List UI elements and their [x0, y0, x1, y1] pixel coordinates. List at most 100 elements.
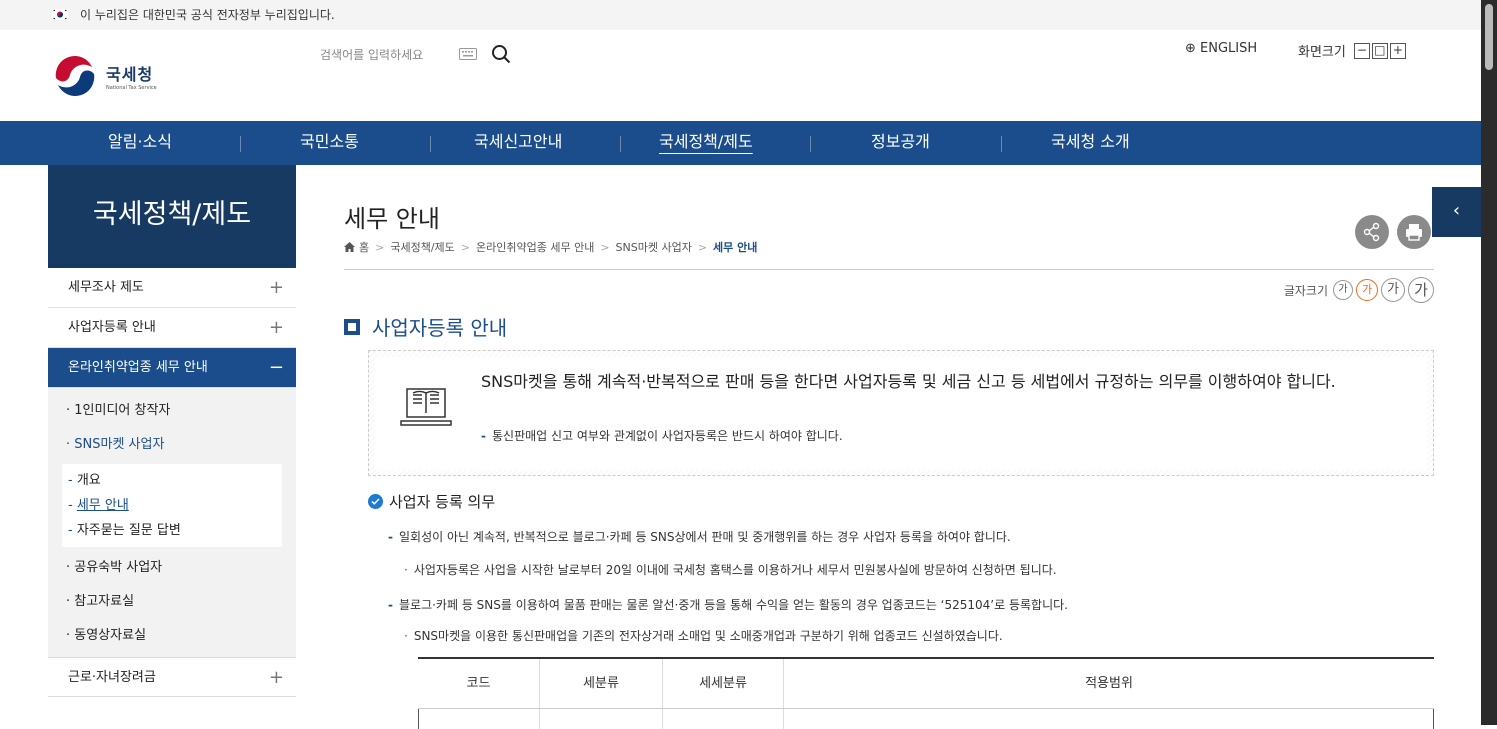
logo-subtitle: National Tax Service [106, 85, 157, 91]
font-size-default-button[interactable]: 가 [1356, 279, 1378, 301]
zoom-out-button[interactable]: − [1353, 42, 1370, 59]
font-size-xlarge-button[interactable]: 가 [1408, 277, 1434, 303]
zoom-in-button[interactable]: + [1389, 42, 1406, 59]
print-button[interactable] [1397, 215, 1431, 249]
screen-zoom: 화면크기 − □ + [1298, 41, 1406, 60]
sidebar-item-online-vulnerable[interactable]: 온라인취약업종 세무 안내 − [48, 348, 296, 388]
info-box: SNS마켓을 통해 계속적·반복적으로 판매 등을 한다면 사업자등록 및 세금… [368, 350, 1434, 476]
nav-divider [620, 136, 621, 152]
duty-heading: 사업자 등록 의무 [368, 491, 495, 512]
duty-heading-text: 사업자 등록 의무 [389, 493, 496, 511]
table-header-code: 코드 [418, 659, 540, 708]
info-note: - 통신판매업 신고 여부와 관계없이 사업자등록은 반드시 하여야 합니다. [481, 429, 843, 443]
nts-logo-icon [54, 55, 96, 97]
breadcrumb: 홈 > 국세정책/제도 > 온라인취약업종 세무 안내 > SNS마켓 사업자 > 세무… [344, 239, 757, 255]
submenu3-label[interactable]: 세무 안내 [77, 498, 129, 513]
submenu-item-sns-market[interactable]: · SNS마켓 사업자 [48, 428, 296, 462]
submenu3-label: 개요 [76, 473, 101, 488]
submenu3-overview[interactable]: - 개요 [62, 468, 282, 493]
sub-bullet-text: SNS마켓을 이용한 통신판매업을 기존의 전자상거래 소매업 및 소매중개업과… [413, 629, 1003, 643]
nav-about[interactable]: 국세청 소개 [1051, 121, 1130, 165]
title-divider [344, 269, 1434, 270]
sidebar-item-business-registration[interactable]: 사업자등록 안내 + [48, 308, 296, 348]
page-title: 세무 안내 [344, 205, 440, 233]
bullet-text: 블로그·카페 등 SNS를 이용하여 물품 판매는 물론 알선·중개 등을 통해… [398, 598, 1068, 612]
search-input[interactable]: 검색어를 입력하세요 [320, 46, 423, 63]
submenu-label: 1인미디어 창작자 [74, 403, 171, 418]
sidebar-item-tax-audit[interactable]: 세무조사 제도 + [48, 268, 296, 308]
zoom-reset-button[interactable]: □ [1371, 42, 1388, 59]
submenu3-faq[interactable]: - 자주묻는 질문 답변 [62, 518, 282, 543]
breadcrumb-current: 세무 안내 [713, 241, 758, 254]
font-size-large-button[interactable]: 가 [1381, 278, 1405, 302]
font-size-small-button[interactable]: 가 [1333, 280, 1353, 300]
nav-tax-policy[interactable]: 국세정책/제도 [659, 121, 753, 165]
nav-news[interactable]: 알림·소식 [108, 121, 172, 165]
bullet-text: 일회성이 아닌 계속적, 반복적으로 블로그·카페 등 SNS상에서 판매 및 … [398, 530, 1011, 544]
logo-title: 국세청 [106, 65, 154, 84]
main-nav: 알림·소식 국민소통 국세신고안내 국세정책/제도 정보공개 국세청 소개 [0, 121, 1481, 165]
check-circle-icon [368, 494, 383, 509]
share-button[interactable] [1355, 215, 1389, 249]
search-area[interactable]: 검색어를 입력하세요 [320, 44, 511, 64]
side-panel-toggle[interactable]: ‹ [1432, 187, 1481, 237]
submenu-item-references[interactable]: · 참고자료실 [48, 585, 296, 619]
breadcrumb-item[interactable]: SNS마켓 사업자 [616, 239, 692, 255]
nav-tax-filing[interactable]: 국세신고안내 [474, 121, 562, 165]
chevron-left-icon: ‹ [1452, 200, 1461, 221]
zoom-label: 화면크기 [1298, 45, 1346, 60]
breadcrumb-item[interactable]: 국세정책/제도 [390, 239, 454, 255]
korea-flag-icon [52, 9, 68, 20]
nav-divider [1001, 136, 1002, 152]
logo[interactable]: 국세청 National Tax Service [52, 53, 157, 99]
bullet-item: - 일회성이 아닌 계속적, 반복적으로 블로그·카페 등 SNS상에서 판매 및… [388, 530, 1011, 544]
sidebar-item-label: 근로·자녀장려금 [68, 670, 156, 685]
gov-notice-text: 이 누리집은 대한민국 공식 전자정부 누리집입니다. [80, 8, 335, 22]
table-row [418, 709, 1434, 729]
search-icon[interactable] [491, 44, 511, 64]
header: 국세청 National Tax Service 검색어를 입력하세요 ⊕ EN… [0, 30, 1481, 121]
industry-code-table: 코드 세분류 세세분류 적용범위 [418, 657, 1434, 729]
table-header-scope: 적용범위 [1085, 676, 1133, 691]
expand-icon[interactable]: + [269, 658, 284, 698]
expand-icon[interactable]: + [269, 268, 284, 308]
print-icon [1406, 224, 1422, 241]
book-laptop-icon [400, 388, 452, 426]
sidebar-item-label: 온라인취약업종 세무 안내 [68, 360, 208, 375]
sub-bullet-item: · 사업자등록은 사업을 시작한 날로부터 20일 이내에 국세청 홈택스를 이용… [404, 563, 1057, 577]
expand-icon[interactable]: + [269, 308, 284, 348]
submenu-level3: - 개요 - 세무 안내 - 자주묻는 질문 답변 [62, 464, 282, 547]
english-link[interactable]: ⊕ ENGLISH [1185, 41, 1257, 56]
sub-bullet-text: 사업자등록은 사업을 시작한 날로부터 20일 이내에 국세청 홈택스를 이용하… [413, 563, 1057, 577]
submenu-label: SNS마켓 사업자 [74, 437, 165, 452]
bullet-item: - 블로그·카페 등 SNS를 이용하여 물품 판매는 물론 알선·중개 등을 통… [388, 598, 1068, 612]
sub-bullet-item: · SNS마켓을 이용한 통신판매업을 기존의 전자상거래 소매업 및 소매중개업… [404, 629, 1003, 643]
nav-divider [240, 136, 241, 152]
gov-notice-bar: 이 누리집은 대한민국 공식 전자정부 누리집입니다. [0, 0, 1481, 30]
submenu-item-shared-lodging[interactable]: · 공유숙박 사업자 [48, 551, 296, 585]
breadcrumb-item[interactable]: 온라인취약업종 세무 안내 [476, 239, 594, 255]
share-icon [1363, 222, 1380, 242]
submenu-item-creator[interactable]: · 1인미디어 창작자 [48, 394, 296, 428]
submenu3-tax-guide[interactable]: - 세무 안내 [62, 493, 282, 518]
collapse-icon[interactable]: − [269, 348, 284, 388]
table-header-row: 코드 세분류 세세분류 적용범위 [418, 659, 1434, 709]
nav-disclosure[interactable]: 정보공개 [871, 121, 930, 165]
keyboard-icon[interactable] [459, 48, 478, 60]
sidebar-item-earned-income[interactable]: 근로·자녀장려금 + [48, 657, 296, 697]
sidebar-item-label: 사업자등록 안내 [68, 320, 156, 335]
sidebar: 세무조사 제도 + 사업자등록 안내 + 온라인취약업종 세무 안내 − · 1인미디… [48, 268, 296, 697]
sidebar-title: 국세정책/제도 [48, 165, 296, 268]
nav-divider [810, 136, 811, 152]
submenu-label: 공유숙박 사업자 [74, 560, 163, 575]
scrollbar-thumb[interactable] [1485, 4, 1493, 70]
submenu-item-videos[interactable]: · 동영상자료실 [48, 619, 296, 653]
breadcrumb-home[interactable]: 홈 [359, 239, 369, 255]
nav-divider [430, 136, 431, 152]
section-square-icon [344, 318, 360, 335]
home-icon[interactable] [344, 242, 355, 252]
font-size-label: 글자크기 [1283, 283, 1328, 298]
scrollbar[interactable] [1481, 0, 1497, 725]
nav-communication[interactable]: 국민소통 [300, 121, 359, 165]
section-title: 사업자등록 안내 [344, 312, 507, 341]
